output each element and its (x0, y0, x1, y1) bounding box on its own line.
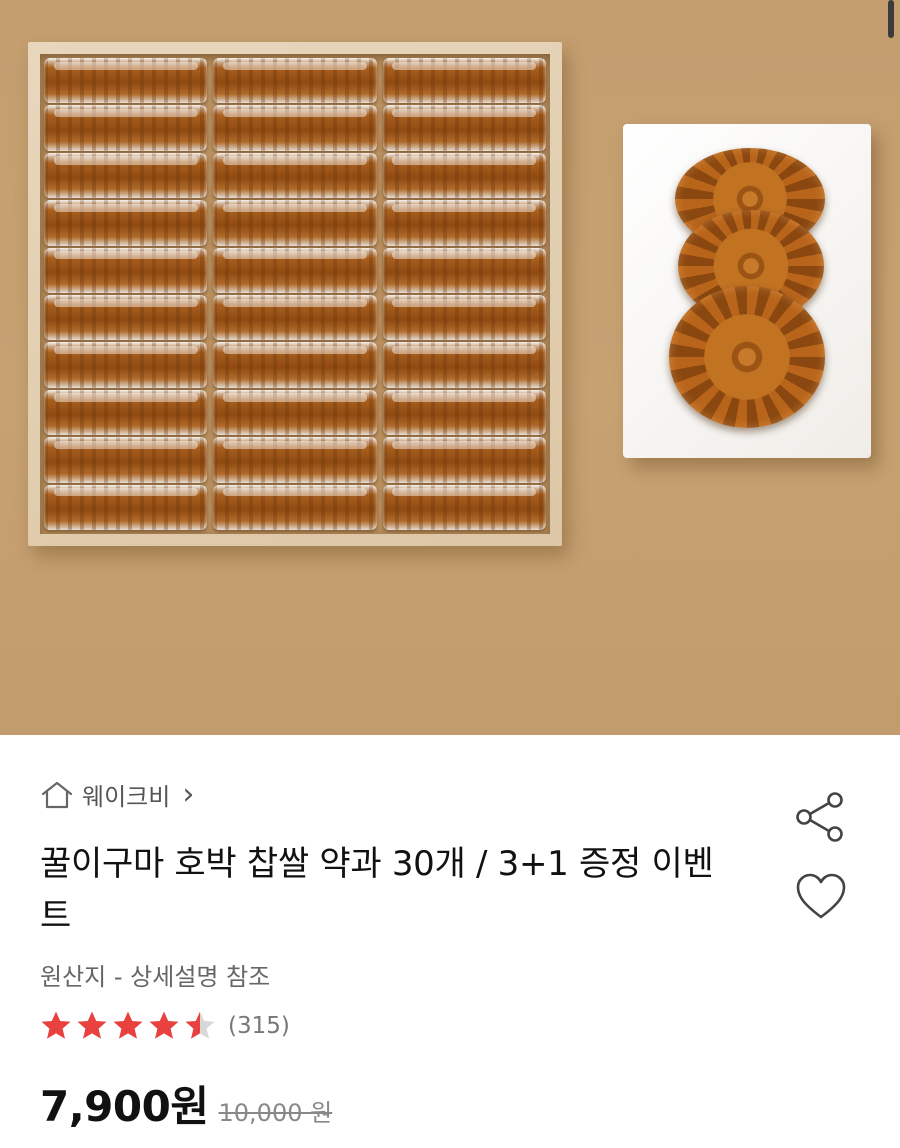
product-title: 꿀이구마 호박 찹쌀 약과 30개 / 3+1 증정 이벤트 (40, 844, 714, 936)
star-icon (185, 1011, 215, 1039)
serving-plate (623, 124, 871, 458)
packed-yakgwa (382, 58, 546, 104)
product-info: 웨이크비 › 꿀이구마 호박 찹쌀 약과 30개 / 3+1 증정 이벤트 원산… (0, 735, 900, 1148)
gift-box-inner (40, 54, 550, 534)
packed-yakgwa (44, 105, 208, 151)
packed-yakgwa (44, 152, 208, 199)
scrollbar-thumb[interactable] (888, 0, 894, 38)
review-count: (315) (228, 1012, 290, 1039)
packed-yakgwa (44, 437, 208, 483)
gift-box (28, 42, 562, 546)
packed-yakgwa (382, 295, 546, 341)
packed-yakgwa (382, 342, 546, 388)
packed-yakgwa (44, 295, 208, 341)
packed-yakgwa (213, 295, 377, 341)
packed-yakgwa (44, 484, 208, 530)
store-name: 웨이크비 (82, 783, 171, 811)
packed-yakgwa (213, 58, 377, 104)
packed-yakgwa (213, 342, 377, 388)
packed-yakgwa (44, 200, 208, 246)
packed-yakgwa (44, 58, 208, 104)
packed-yakgwa (213, 484, 377, 530)
rating[interactable]: (315) (40, 1010, 290, 1041)
packed-yakgwa (213, 437, 377, 483)
price-row: 7,900원 10,000 원 (40, 1073, 332, 1134)
product-image[interactable] (0, 0, 900, 735)
store-link[interactable]: 웨이크비 › (40, 777, 194, 812)
packed-yakgwa (44, 247, 208, 293)
star-icon (41, 1011, 71, 1039)
packed-yakgwa (382, 484, 546, 530)
share-icon[interactable] (795, 791, 847, 843)
product-origin: 원산지 - 상세설명 참조 (40, 963, 271, 991)
packed-yakgwa (382, 152, 546, 199)
packed-yakgwa (44, 342, 208, 388)
packed-yakgwa (213, 247, 377, 293)
packed-yakgwa (382, 437, 546, 483)
star-icon (149, 1011, 179, 1039)
packed-yakgwa-grid (44, 58, 546, 530)
original-price: 10,000 원 (218, 1099, 333, 1127)
home-icon (41, 781, 73, 808)
heart-icon[interactable] (795, 873, 847, 921)
packed-yakgwa (213, 152, 377, 199)
star-icon (113, 1011, 143, 1039)
chevron-right-icon: › (182, 777, 195, 812)
packed-yakgwa (382, 247, 546, 293)
rating-stars (40, 1010, 216, 1041)
packed-yakgwa (382, 389, 546, 436)
packed-yakgwa (382, 105, 546, 151)
yakgwa-cookie (669, 286, 825, 428)
packed-yakgwa (382, 200, 546, 246)
packed-yakgwa (44, 389, 208, 436)
sale-price: 7,900원 (40, 1082, 209, 1131)
packed-yakgwa (213, 105, 377, 151)
star-icon (77, 1011, 107, 1039)
packed-yakgwa (213, 389, 377, 436)
packed-yakgwa (213, 200, 377, 246)
